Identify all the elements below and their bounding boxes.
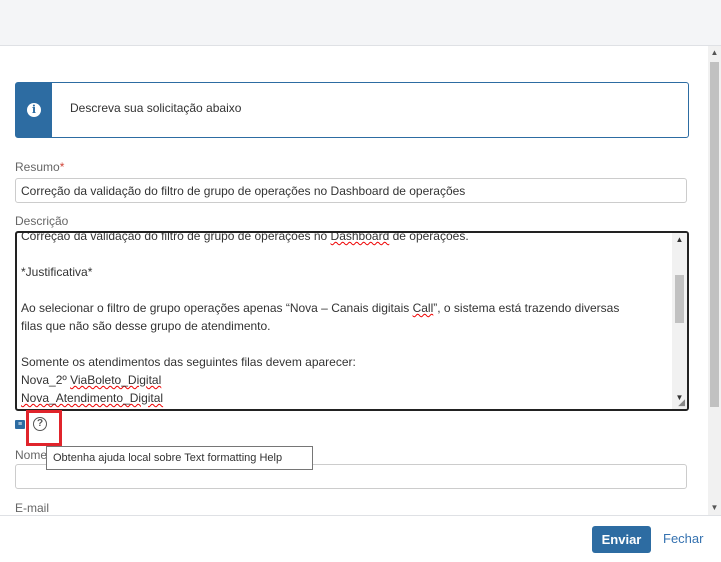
info-message-text: Descreva sua solicitação abaixo [70, 101, 242, 115]
required-marker: * [59, 160, 65, 174]
enviar-button[interactable]: Enviar [592, 526, 651, 553]
help-icon[interactable]: ? [33, 417, 47, 431]
help-tooltip: Obtenha ajuda local sobre Text formattin… [46, 446, 313, 470]
info-icon: i [27, 103, 41, 117]
resumo-label: Resumo* [15, 160, 65, 174]
page-scroll-up-icon[interactable]: ▲ [708, 46, 721, 60]
page-scroll-down-icon[interactable]: ▼ [708, 501, 721, 515]
descricao-textarea[interactable]: Correção da validação do filtro de grupo… [15, 231, 689, 411]
descricao-line: *Justificativa* [21, 265, 93, 279]
info-message-box: i Descreva sua solicitação abaixo [15, 82, 689, 138]
descricao-line: Nova_Atendimento_Digital [21, 391, 164, 405]
textarea-scroll-thumb[interactable] [675, 275, 684, 323]
dialog-header-bar [0, 0, 721, 46]
descricao-line: Nova_2º ViaBoleto_Digital [21, 373, 162, 387]
descricao-line: Ao selecionar o filtro de grupo operaçõe… [21, 301, 620, 315]
scroll-up-arrow-icon[interactable]: ▲ [672, 233, 687, 247]
text-format-icon[interactable]: ≡ [15, 420, 25, 429]
descricao-line: Correção da validação do filtro de grupo… [21, 231, 469, 243]
dialog-footer: Enviar Fechar [0, 515, 721, 562]
email-label: E-mail [15, 501, 50, 515]
descricao-line [21, 245, 666, 263]
descricao-text: Correção da validação do filtro de grupo… [21, 231, 666, 407]
descricao-line: Somente os atendimentos das seguintes fi… [21, 355, 356, 369]
info-message-accent: i [16, 83, 52, 137]
descricao-line [21, 281, 666, 299]
page-scrollbar[interactable]: ▲ ▼ [708, 46, 721, 515]
fechar-link[interactable]: Fechar [663, 531, 703, 546]
nome-label: Nome [15, 448, 48, 462]
resize-grip-icon[interactable]: ◢ [678, 397, 685, 408]
form-content: i Descreva sua solicitação abaixo Resumo… [0, 46, 708, 515]
page-scroll-thumb[interactable] [710, 62, 719, 407]
descricao-line: filas que não são desse grupo de atendim… [21, 319, 271, 333]
textarea-scrollbar[interactable]: ▲ ▼ [672, 233, 687, 409]
descricao-label: Descrição [15, 214, 69, 228]
resumo-input[interactable]: Correção da validação do filtro de grupo… [15, 178, 687, 203]
descricao-line [21, 335, 666, 353]
